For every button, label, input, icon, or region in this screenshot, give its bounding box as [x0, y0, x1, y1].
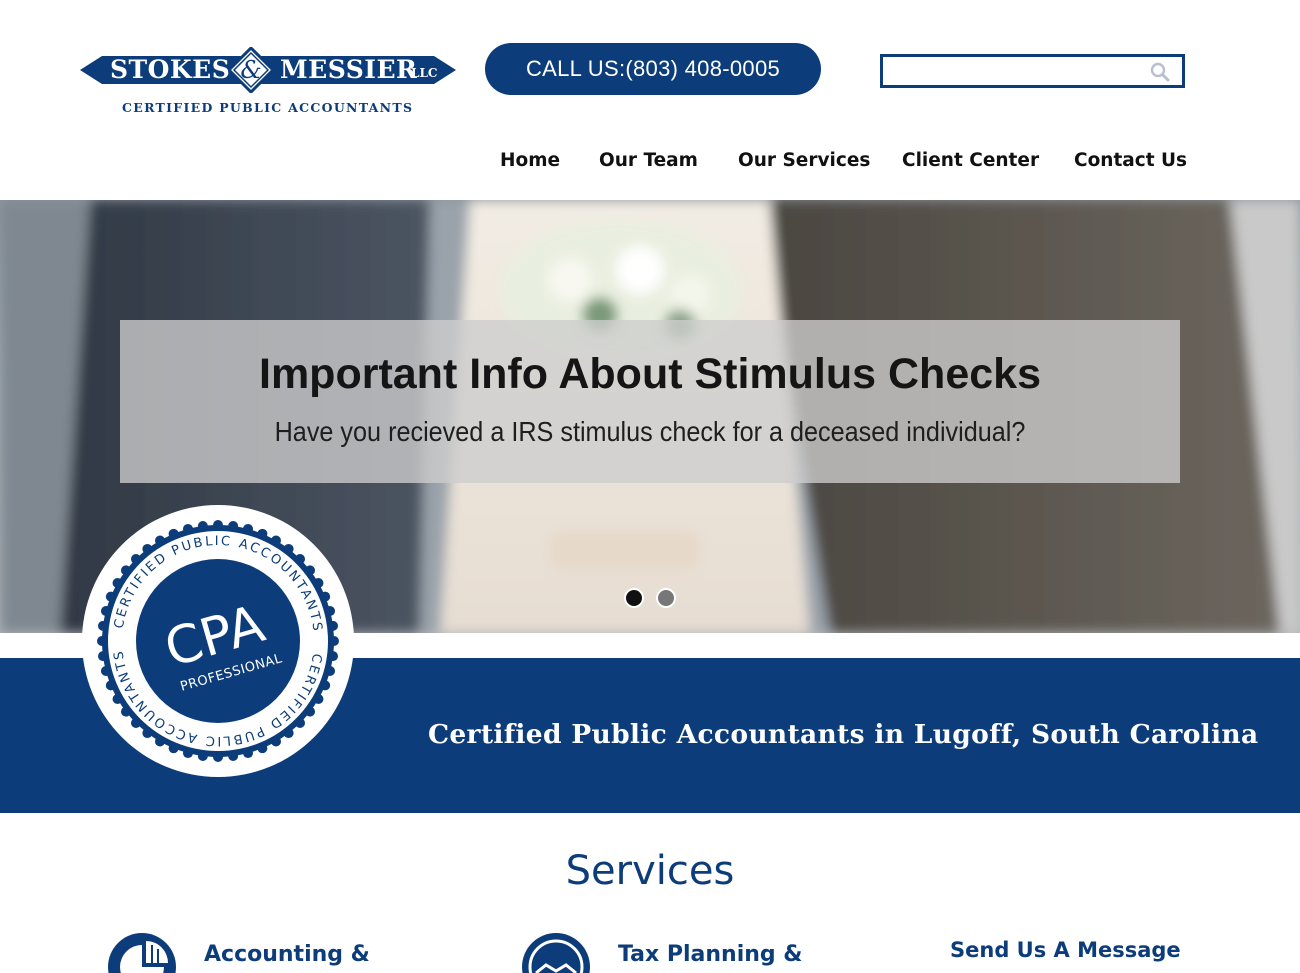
seal-scallop: [168, 528, 179, 539]
seal-scallop: [97, 636, 107, 646]
location-banner-text: Certified Public Accountants in Lugoff, …: [428, 719, 1259, 750]
seal-scallop: [328, 651, 339, 662]
seal-scallop: [130, 718, 141, 729]
seal-scallop: [271, 736, 281, 747]
seal-scallop: [182, 523, 193, 534]
seal-scallop: [197, 520, 208, 531]
seal-scallop: [243, 523, 254, 534]
search-icon[interactable]: [1150, 62, 1170, 82]
seal-scallop: [283, 728, 294, 739]
send-message-heading: Send Us A Message: [950, 938, 1181, 962]
service-tax-planning-link[interactable]: Tax Planning &: [618, 942, 803, 967]
nav-contact-us[interactable]: Contact Us: [1074, 150, 1187, 171]
slider-dot-1[interactable]: [624, 588, 644, 608]
seal-scallop: [328, 620, 339, 631]
logo-name-right: MESSIER: [280, 55, 418, 84]
seal-scallop: [168, 743, 179, 754]
seal-scallop: [120, 706, 131, 717]
seal-scallop: [197, 751, 208, 762]
main-nav: Home Our Team Our Services Client Center…: [0, 150, 1300, 180]
seal-scallop: [120, 565, 131, 576]
seal-scallop: [97, 620, 108, 631]
seal-scallop: [325, 605, 336, 616]
seal-scallop: [305, 565, 316, 576]
hero-title: Important Info About Stimulus Checks: [259, 350, 1041, 398]
seal-scallop: [100, 666, 111, 677]
logo-suffix: LLC: [411, 66, 438, 80]
seal-scallop: [130, 553, 141, 564]
seal-scallop: [142, 543, 153, 554]
logo-ampersand-diamond: &: [228, 47, 274, 93]
seal-scallop: [325, 666, 336, 677]
seal-scallop: [313, 694, 324, 704]
logo-ampersand: &: [240, 56, 261, 84]
seal-scallop: [105, 591, 116, 602]
seal-scallop: [320, 680, 331, 691]
seal-scallop: [213, 752, 223, 762]
seal-scallop: [105, 680, 116, 691]
service-accounting-link[interactable]: Accounting &: [204, 942, 370, 967]
nav-home[interactable]: Home: [500, 150, 560, 171]
call-us-button[interactable]: CALL US:(803) 408-0005: [485, 43, 821, 95]
seal-scallop: [305, 706, 316, 717]
seal-scallop: [320, 591, 331, 602]
seal-scallop: [112, 578, 123, 588]
cpa-seal-badge: CERTIFIED PUBLIC ACCOUNTANTS CERTIFIED P…: [82, 505, 354, 777]
seal-scallop: [283, 543, 294, 554]
seal-scallop: [243, 748, 254, 759]
seal-scallop: [271, 535, 281, 546]
seal-scallop: [100, 605, 111, 616]
seal-scallop: [142, 728, 153, 739]
seal-scallop: [295, 718, 306, 729]
seal-scallop: [329, 636, 339, 646]
seal-scallop: [112, 694, 123, 704]
seal-scallop: [257, 743, 268, 754]
seal-scallop: [228, 520, 239, 531]
seal-scallop: [182, 748, 193, 759]
nav-client-center[interactable]: Client Center: [902, 150, 1039, 171]
nav-our-services[interactable]: Our Services: [738, 150, 870, 171]
search-input[interactable]: [889, 59, 1139, 83]
nav-our-team[interactable]: Our Team: [599, 150, 698, 171]
seal-scallop: [313, 578, 324, 588]
handshake-icon: [522, 933, 590, 973]
hero-caption-panel: Important Info About Stimulus Checks Hav…: [120, 320, 1180, 483]
pie-chart-icon: [108, 933, 176, 973]
hero-subtitle: Have you recieved a IRS stimulus check f…: [274, 416, 1026, 447]
services-heading: Services: [565, 848, 735, 894]
seal-scallop: [228, 751, 239, 762]
seal-scallop: [155, 535, 165, 546]
logo-tagline: CERTIFIED PUBLIC ACCOUNTANTS: [122, 100, 414, 115]
seal-scallop: [155, 736, 165, 747]
seal-scallop: [213, 520, 223, 530]
slider-dot-2[interactable]: [656, 588, 676, 608]
search-box: [880, 54, 1185, 88]
site-logo[interactable]: STOKES & MESSIER LLC CERTIFIED PUBLIC AC…: [80, 44, 456, 120]
seal-scallop: [295, 553, 306, 564]
seal-scallop: [257, 528, 268, 539]
seal-scallop: [97, 651, 108, 662]
logo-name-left: STOKES: [110, 55, 231, 84]
